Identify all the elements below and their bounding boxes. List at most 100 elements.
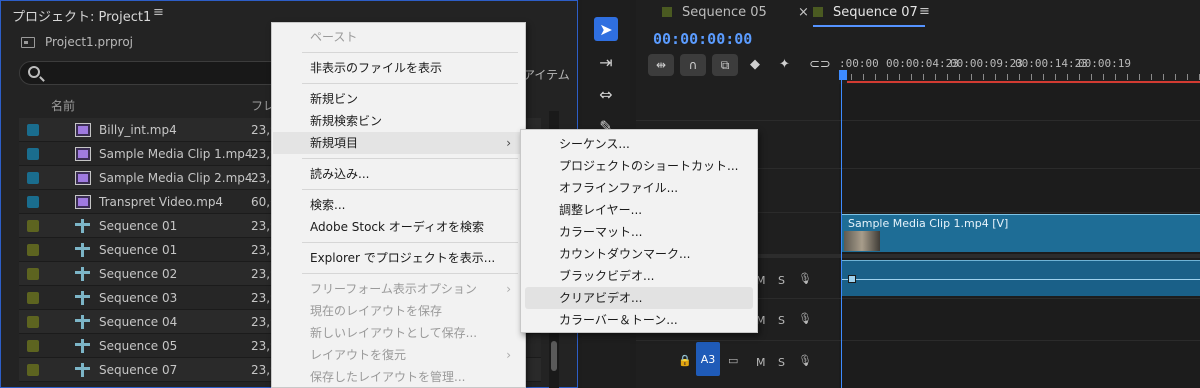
label-color-swatch[interactable] [27,268,39,280]
sequence-color-swatch [813,7,823,17]
audio-keyframe[interactable] [848,275,856,283]
video-clip[interactable]: Sample Media Clip 1.mp4 [V] [842,214,1200,252]
label-color-swatch[interactable] [27,148,39,160]
ripple-edit-tool-icon[interactable]: ⇔ [594,82,618,106]
solo-button[interactable]: S [778,314,785,327]
menu-item-label: ペースト [310,30,358,44]
submenu-item-label: カラーマット... [559,225,643,239]
tab-sequence-05[interactable]: Sequence 05 [662,5,767,20]
label-color-swatch[interactable] [27,292,39,304]
timecode-display[interactable]: 00:00:00:00 [653,30,752,48]
submenu-item[interactable]: カラーバー＆トーン... [525,309,753,331]
voiceover-mic-icon[interactable]: 🎙 [798,354,812,367]
playhead-handle[interactable] [839,70,847,80]
submenu-item[interactable]: カウントダウンマーク... [525,243,753,265]
playhead-line[interactable] [841,80,842,388]
submenu-item[interactable]: シーケンス... [525,133,753,155]
label-color-swatch[interactable] [27,340,39,352]
file-name: Transpret Video.mp4 [99,195,224,209]
time-ruler[interactable]: :00:00 00:00:04:23 00:00:09:23 00:00:14:23 0… [839,52,1200,82]
menu-item-label: 検索... [310,198,346,212]
mute-button[interactable]: M [756,356,766,369]
submenu-item-label: プロジェクトのショートカット... [559,159,739,173]
audio-volume-line[interactable] [842,279,1200,280]
sequence-icon [75,243,91,257]
context-menu-item: ペースト [273,26,525,48]
track-select-tool-icon[interactable]: ⇥ [594,50,618,74]
submenu-item[interactable]: カラーマット... [525,221,753,243]
submenu-item-label: カウントダウンマーク... [559,247,691,261]
linked-selection-icon[interactable]: ⧉ [712,54,738,76]
label-color-swatch[interactable] [27,172,39,184]
selection-tool-icon[interactable]: ➤ [594,17,618,41]
video-clip-icon [75,171,91,185]
label-color-swatch[interactable] [27,124,39,136]
menu-item-label: 現在のレイアウトを保存 [310,304,443,318]
label-color-swatch[interactable] [27,364,39,376]
context-menu-item[interactable]: 検索... [273,194,525,216]
add-marker-icon[interactable]: ◆ [750,57,760,72]
snap-icon[interactable]: ∩ [680,54,706,76]
file-name: Sequence 02 [99,267,178,281]
lock-icon[interactable]: 🔒 [678,354,692,367]
menu-separator [302,189,518,190]
tab-menu-icon[interactable]: ≡ [919,4,930,19]
menu-separator [302,158,518,159]
sequence-icon [75,291,91,305]
insert-sequence-as-nest-icon[interactable]: ⇹ [648,54,674,76]
chevron-right-icon: › [506,282,511,296]
context-menu-item[interactable]: 新規検索ビン [273,110,525,132]
menu-item-label: 新しいレイアウトとして保存... [310,326,478,340]
submenu-item[interactable]: プロジェクトのショートカット... [525,155,753,177]
sequence-icon [75,339,91,353]
project-file-icon [21,36,35,48]
captions-icon[interactable]: ⊂⊃ [809,57,831,72]
label-color-swatch[interactable] [27,196,39,208]
close-icon[interactable]: × [798,5,809,20]
search-input[interactable] [19,61,289,85]
project-panel-title[interactable]: プロジェクト: Project1 [12,6,151,25]
file-name: Sample Media Clip 2.mp4 [99,171,253,185]
voiceover-mic-icon[interactable]: 🎙 [798,272,812,285]
sequence-icon [75,363,91,377]
solo-button[interactable]: S [778,356,785,369]
file-name: Billy_int.mp4 [99,123,177,137]
ruler-timecode-label: 00:00:04:23 [886,57,959,70]
menu-item-label: Adobe Stock オーディオを検索 [310,220,484,234]
menu-item-label: 新規検索ビン [310,114,383,128]
items-count-label: アイテム [523,68,570,82]
track-target-a3[interactable]: A3 [696,342,720,376]
menu-item-label: 新規項目 [310,136,359,150]
submenu-item-label: オフラインファイル... [559,181,679,195]
solo-button[interactable]: S [778,274,785,287]
context-menu-item[interactable]: 読み込み... [273,163,525,185]
clip-label: Sample Media Clip 1.mp4 [V] [848,217,1009,230]
panel-menu-icon[interactable]: ≡ [153,5,164,20]
ruler-timecode-label: 00:00:09:23 [950,57,1023,70]
context-menu-item[interactable]: Explorer でプロジェクトを表示... [273,247,525,269]
tab-sequence-07[interactable]: Sequence 07 [813,5,918,20]
context-menu-item[interactable]: 非表示のファイルを表示 [273,57,525,79]
column-header-name[interactable]: 名前 [51,97,75,114]
sequence-icon [75,219,91,233]
audio-clip[interactable] [842,260,1200,296]
video-clip-icon [75,147,91,161]
context-menu-item[interactable]: 新規ビン [273,88,525,110]
submenu-item[interactable]: 調整レイヤー... [525,199,753,221]
context-menu-item[interactable]: Adobe Stock オーディオを検索 [273,216,525,238]
label-color-swatch[interactable] [27,316,39,328]
label-color-swatch[interactable] [27,220,39,232]
label-color-swatch[interactable] [27,244,39,256]
submenu-item-label: クリアビデオ... [559,291,643,305]
scrollbar-thumb[interactable] [551,341,557,371]
submenu-item[interactable]: ブラックビデオ... [525,265,753,287]
sync-lock-icon[interactable]: ▭ [728,354,738,367]
context-menu-item[interactable]: 新規項目 › [273,132,525,154]
submenu-item-label: シーケンス... [559,137,630,151]
wrench-icon[interactable]: ✦ [779,57,790,72]
submenu-item[interactable]: オフラインファイル... [525,177,753,199]
sequence-icon [75,267,91,281]
submenu-item[interactable]: クリアビデオ... [525,287,753,309]
voiceover-mic-icon[interactable]: 🎙 [798,312,812,325]
file-name: Sequence 01 [99,219,178,233]
